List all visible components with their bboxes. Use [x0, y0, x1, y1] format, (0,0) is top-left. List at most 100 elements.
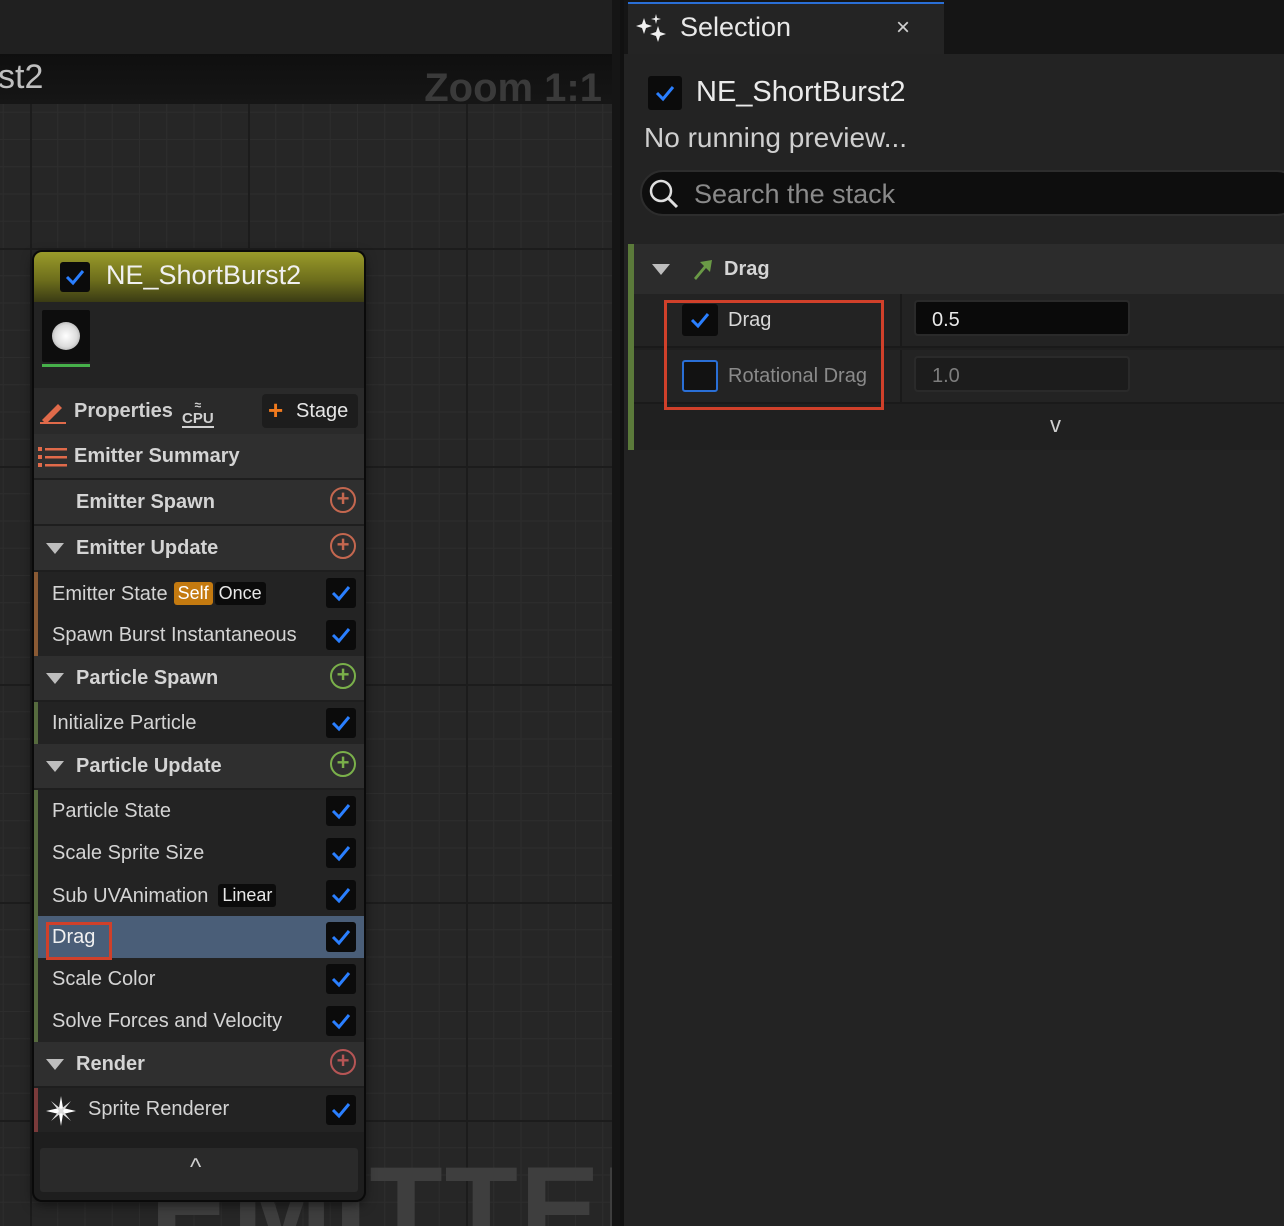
module-label: Emitter State [52, 583, 168, 605]
module-header[interactable]: Drag [634, 244, 1284, 294]
check-icon [331, 586, 351, 602]
graph-top-bar [0, 0, 612, 54]
properties-label: Properties [74, 400, 173, 422]
module-drag[interactable]: Drag [34, 916, 364, 958]
selection-panel: Selection × NE_ShortBurst2 No running pr… [620, 0, 1284, 1226]
collapse-triangle-icon[interactable] [46, 543, 64, 554]
emitter-name: NE_ShortBurst2 [696, 76, 906, 108]
param-label: Rotational Drag [728, 365, 867, 387]
module-stack: Drag Drag 0.5 Rotational Drag 1.0 v [628, 244, 1284, 450]
plus-icon: + [268, 395, 284, 425]
module-enable-checkbox[interactable] [326, 620, 356, 650]
section-render[interactable]: Render + [34, 1042, 364, 1086]
param-enable-checkbox[interactable] [682, 360, 718, 392]
sprite-preview [52, 322, 80, 350]
search-icon [649, 179, 679, 209]
module-sub-uvanimation[interactable]: Sub UVAnimation Linear [34, 874, 364, 916]
node-collapse-bar[interactable]: ^ [40, 1148, 358, 1192]
module-label: Spawn Burst Instantaneous [52, 624, 297, 646]
module-label: Drag [52, 926, 96, 948]
section-label: Particle Update [76, 755, 222, 777]
module-emitter-state[interactable]: Emitter State Self Once [34, 572, 364, 614]
emitter-thumbnail[interactable] [42, 310, 90, 362]
module-scale-color[interactable]: Scale Color [34, 958, 364, 1000]
add-stage-button[interactable]: + Stage [262, 394, 358, 428]
param-row-rotational-drag[interactable]: Rotational Drag 1.0 [634, 350, 1284, 404]
add-circle-icon[interactable]: + [330, 533, 356, 559]
module-solve-forces-and-velocity[interactable]: Solve Forces and Velocity [34, 1000, 364, 1042]
section-label: Particle Spawn [76, 667, 219, 689]
module-enable-checkbox[interactable] [326, 708, 356, 738]
module-enable-checkbox[interactable] [326, 964, 356, 994]
tag-linear: Linear [218, 884, 277, 907]
tab-selection[interactable]: Selection × [628, 2, 944, 54]
section-label: Render [76, 1053, 145, 1075]
node-header[interactable]: NE_ShortBurst2 [34, 252, 364, 302]
cpu-icon: ≈ CPU [182, 398, 214, 428]
module-label: Sprite Renderer [88, 1098, 230, 1120]
tag-once: Once [214, 582, 266, 605]
module-enable-checkbox[interactable] [326, 1095, 356, 1125]
check-icon [65, 270, 85, 286]
check-icon [331, 804, 351, 820]
collapse-triangle-icon[interactable] [46, 673, 64, 684]
search-input[interactable] [692, 174, 1256, 214]
list-icon [38, 447, 67, 467]
module-particle-state[interactable]: Particle State [34, 790, 364, 832]
param-row-drag[interactable]: Drag 0.5 [634, 294, 1284, 348]
check-icon [331, 930, 351, 946]
param-enable-checkbox[interactable] [682, 304, 718, 336]
collapse-triangle-icon[interactable] [46, 1059, 64, 1070]
thumbnail-status-bar [42, 364, 90, 367]
module-scale-sprite-size[interactable]: Scale Sprite Size [34, 832, 364, 874]
sparkle-icon [46, 1096, 76, 1126]
add-circle-icon[interactable]: + [330, 663, 356, 689]
section-label: Emitter Update [76, 537, 219, 559]
rotational-drag-value-field[interactable]: 1.0 [914, 356, 1130, 392]
emitter-node[interactable]: NE_ShortBurst2 Properties ≈ CPU + Stage [34, 252, 364, 1200]
properties-row[interactable]: Properties ≈ CPU + Stage [34, 388, 364, 434]
section-particle-spawn[interactable]: Particle Spawn + [34, 656, 364, 700]
node-enable-checkbox[interactable] [60, 262, 90, 292]
param-label: Drag [728, 309, 772, 331]
collapse-triangle-icon[interactable] [46, 761, 64, 772]
tag-self: Self [173, 582, 213, 605]
search-box[interactable] [640, 170, 1284, 216]
module-enable-checkbox[interactable] [326, 922, 356, 952]
module-spawn-burst-instantaneous[interactable]: Spawn Burst Instantaneous [34, 614, 364, 656]
collapse-triangle-icon[interactable] [652, 264, 670, 275]
graph-canvas[interactable]: st2 Zoom 1:1 EMITTER NE_ShortBurst2 Prop… [0, 0, 612, 1226]
section-particle-update[interactable]: Particle Update + [34, 744, 364, 788]
module-enable-checkbox[interactable] [326, 578, 356, 608]
module-expand-bar[interactable]: v [634, 404, 1284, 450]
section-emitter-update[interactable]: Emitter Update + [34, 526, 364, 570]
tab-bar: Selection × [624, 0, 1284, 54]
add-circle-icon[interactable]: + [330, 751, 356, 777]
chevron-up-icon: ^ [190, 1154, 202, 1181]
module-enable-checkbox[interactable] [326, 796, 356, 826]
module-enable-checkbox[interactable] [326, 838, 356, 868]
close-icon[interactable]: × [896, 14, 910, 42]
magic-wand-icon [636, 14, 666, 42]
module-initialize-particle[interactable]: Initialize Particle [34, 702, 364, 744]
check-icon [331, 846, 351, 862]
emitter-enable-checkbox[interactable] [648, 76, 682, 110]
module-label: Sub UVAnimation [52, 885, 209, 907]
add-circle-icon[interactable]: + [330, 1049, 356, 1075]
section-emitter-spawn[interactable]: Emitter Spawn + [34, 480, 364, 524]
add-circle-icon[interactable]: + [330, 487, 356, 513]
module-label: Scale Sprite Size [52, 842, 205, 864]
module-title: Drag [724, 258, 770, 280]
module-sprite-renderer[interactable]: Sprite Renderer [34, 1088, 364, 1132]
pencil-icon [40, 404, 66, 424]
arrow-icon [694, 260, 712, 280]
node-title: NE_ShortBurst2 [106, 260, 302, 290]
divider [900, 294, 902, 346]
module-enable-checkbox[interactable] [326, 880, 356, 910]
emitter-summary-row[interactable]: Emitter Summary [34, 434, 364, 478]
module-label: Particle State [52, 800, 171, 822]
module-enable-checkbox[interactable] [326, 1006, 356, 1036]
graph-title: st2 [0, 58, 44, 96]
drag-value-field[interactable]: 0.5 [914, 300, 1130, 336]
section-label: Emitter Spawn [76, 491, 215, 513]
